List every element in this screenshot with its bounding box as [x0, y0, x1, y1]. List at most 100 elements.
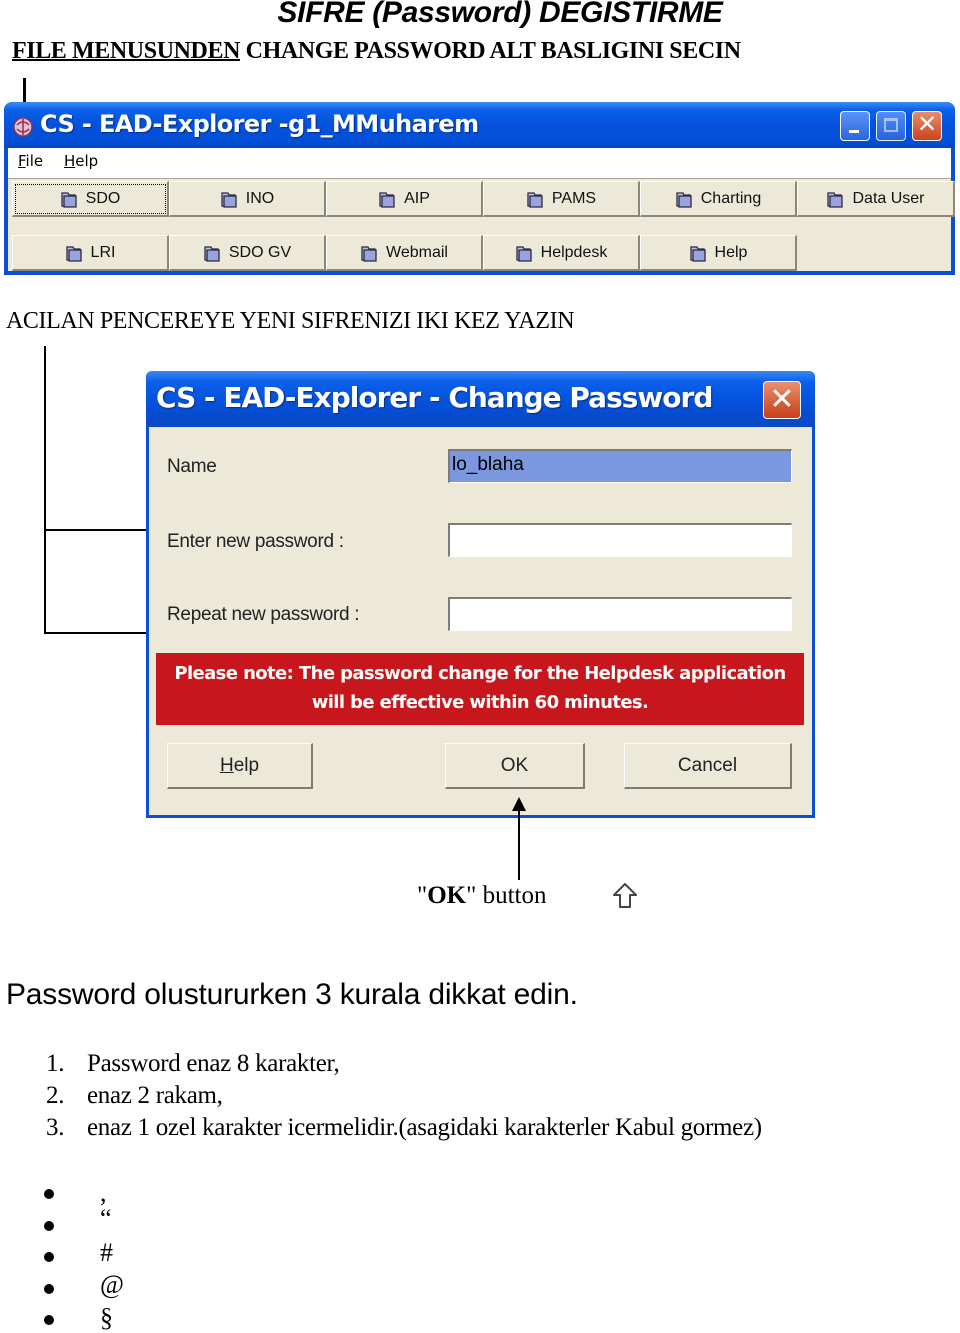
ok-button-caption: "OK" button: [417, 882, 546, 910]
launcher-button-webmail[interactable]: Webmail: [326, 235, 483, 271]
name-label: Name: [167, 456, 217, 477]
rule-number: 1.: [46, 1050, 65, 1077]
rule-item: 3. enaz 1 ozel karakter icermelidir.(asag…: [46, 1114, 762, 1142]
launcher-button-label: Help: [714, 243, 748, 261]
launcher-button-sdo-gv[interactable]: SDO GV: [169, 235, 326, 271]
launcher-button-charting[interactable]: Charting: [640, 181, 797, 217]
main-window-titlebar[interactable]: CS - EAD-Explorer -g1_MMuharem ✕: [4, 102, 955, 148]
menu-help-label: elp: [75, 152, 99, 170]
folder-icon: [61, 191, 77, 208]
launcher-button-data-user[interactable]: Data User: [797, 181, 955, 217]
menu-file[interactable]: File: [18, 152, 43, 170]
app-icon: [13, 117, 33, 137]
menu-bar: File Help: [8, 148, 951, 179]
launcher-button-label: AIP: [404, 189, 430, 207]
note-line-1: Please note: The password change for the…: [174, 663, 786, 684]
folder-icon: [65, 245, 82, 262]
close-icon: ✕: [916, 110, 938, 138]
launcher-button-aip[interactable]: AIP: [326, 181, 483, 217]
launcher-button-label: Helpdesk: [540, 243, 608, 261]
bullet-icon: [44, 1189, 54, 1199]
launcher-button-help[interactable]: Help: [640, 235, 797, 271]
menu-help[interactable]: Help: [64, 152, 98, 170]
launcher-button-label: INO: [245, 189, 275, 207]
change-password-dialog: CS - EAD-Explorer - Change Password ✕ Na…: [146, 371, 815, 818]
main-window-title: CS - EAD-Explorer -g1_MMuharem: [40, 110, 479, 138]
instruction-underlined: FILE MENUSUNDEN: [12, 38, 241, 64]
launcher-button-label: Charting: [700, 189, 762, 207]
ok-button[interactable]: OK: [445, 743, 585, 789]
instruction-enter-password-twice: ACILAN PENCEREYE YENI SIFRENIZI IKI KEZ …: [6, 308, 575, 334]
launcher-button-label: Data User: [852, 189, 925, 207]
help-mnemonic: H: [219, 754, 234, 776]
cancel-button-label: Cancel: [677, 754, 738, 776]
repeat-password-label: Repeat new password :: [167, 604, 360, 625]
helpdesk-note-banner: Please note: The password change for the…: [156, 653, 804, 725]
annotation-bracket-line: [44, 346, 46, 634]
cancel-button[interactable]: Cancel: [624, 743, 792, 789]
launcher-button-pams[interactable]: PAMS: [483, 181, 640, 217]
folder-icon: [379, 191, 395, 208]
bullet-icon: [44, 1220, 54, 1231]
new-password-label: Enter new password :: [167, 531, 344, 552]
forbidden-char: #: [100, 1238, 113, 1267]
dialog-body: Name lo_blaha Enter new password : Repea…: [149, 427, 812, 815]
rule-number: 3.: [46, 1114, 65, 1141]
menu-help-mnemonic: H: [64, 152, 76, 170]
repeat-password-field[interactable]: [448, 597, 792, 631]
folder-icon: [689, 245, 706, 262]
launcher-button-sdo[interactable]: SDO: [12, 181, 169, 217]
bullet-icon: [44, 1283, 54, 1294]
rule-text: enaz 2 rakam,: [87, 1082, 223, 1109]
note-line-2: will be effective within 60 minutes.: [311, 692, 649, 713]
menu-file-label: ile: [25, 152, 44, 170]
annotation-line-ok: [518, 810, 520, 880]
rule-item: 1. Password enaz 8 karakter,: [46, 1050, 340, 1078]
launcher-button-label: PAMS: [551, 189, 597, 207]
rules-heading: Password olustururken 3 kurala dikkat ed…: [6, 978, 578, 1011]
caption-rest: " button: [466, 882, 547, 909]
caption-ok-bold: OK: [427, 882, 467, 909]
help-button-label: elp: [233, 754, 260, 776]
dialog-titlebar[interactable]: CS - EAD-Explorer - Change Password ✕: [146, 371, 815, 427]
folder-icon: [527, 191, 543, 208]
rule-item: 2. enaz 2 rakam,: [46, 1082, 223, 1110]
new-password-field[interactable]: [448, 523, 792, 557]
minimize-button[interactable]: [840, 111, 870, 141]
maximize-button[interactable]: [876, 111, 906, 141]
folder-icon: [827, 191, 844, 208]
launcher-button-helpdesk[interactable]: Helpdesk: [483, 235, 640, 271]
instruction-select-change-password: FILE MENUSUNDEN CHANGE PASSWORD ALT BASL…: [12, 38, 741, 65]
instruction-rest: CHANGE PASSWORD ALT BASLIGINI SECIN: [240, 38, 741, 64]
dialog-close-button[interactable]: ✕: [763, 381, 801, 419]
annotation-arrow-ok: [512, 797, 526, 811]
forbidden-char: “: [100, 1204, 112, 1233]
launcher-button-lri[interactable]: LRI: [12, 235, 169, 271]
bullet-icon: [44, 1252, 54, 1262]
rule-number: 2.: [46, 1082, 65, 1109]
folder-icon: [361, 245, 377, 262]
menu-file-mnemonic: F: [18, 152, 26, 170]
help-button[interactable]: Help: [167, 743, 313, 789]
folder-icon: [204, 245, 220, 262]
forbidden-char: §: [100, 1303, 113, 1332]
name-field[interactable]: lo_blaha: [448, 449, 792, 483]
ok-button-label: OK: [500, 754, 529, 776]
launcher-button-label: SDO: [85, 189, 121, 207]
launcher-button-label: LRI: [90, 243, 116, 261]
rule-text: enaz 1 ozel karakter icermelidir.(asagid…: [87, 1114, 762, 1141]
main-window: CS - EAD-Explorer -g1_MMuharem ✕ File He…: [4, 102, 955, 275]
rule-text: Password enaz 8 karakter,: [87, 1050, 340, 1077]
close-button[interactable]: ✕: [912, 110, 942, 141]
app-launcher-toolbar: SDO INO AIP PAMS Charting Data User LRI SDO GV…: [8, 179, 955, 271]
folder-icon: [515, 245, 532, 262]
bullet-icon: [44, 1315, 54, 1325]
folder-icon: [221, 191, 237, 208]
close-icon: ✕: [769, 382, 795, 417]
launcher-button-ino[interactable]: INO: [169, 181, 326, 217]
minimize-icon: [849, 130, 859, 133]
launcher-button-label: Webmail: [386, 243, 448, 261]
forbidden-char: @: [100, 1270, 124, 1299]
document-title: SIFRE (Password) DEGISTIRME: [277, 0, 723, 29]
launcher-button-label: SDO GV: [228, 243, 292, 261]
